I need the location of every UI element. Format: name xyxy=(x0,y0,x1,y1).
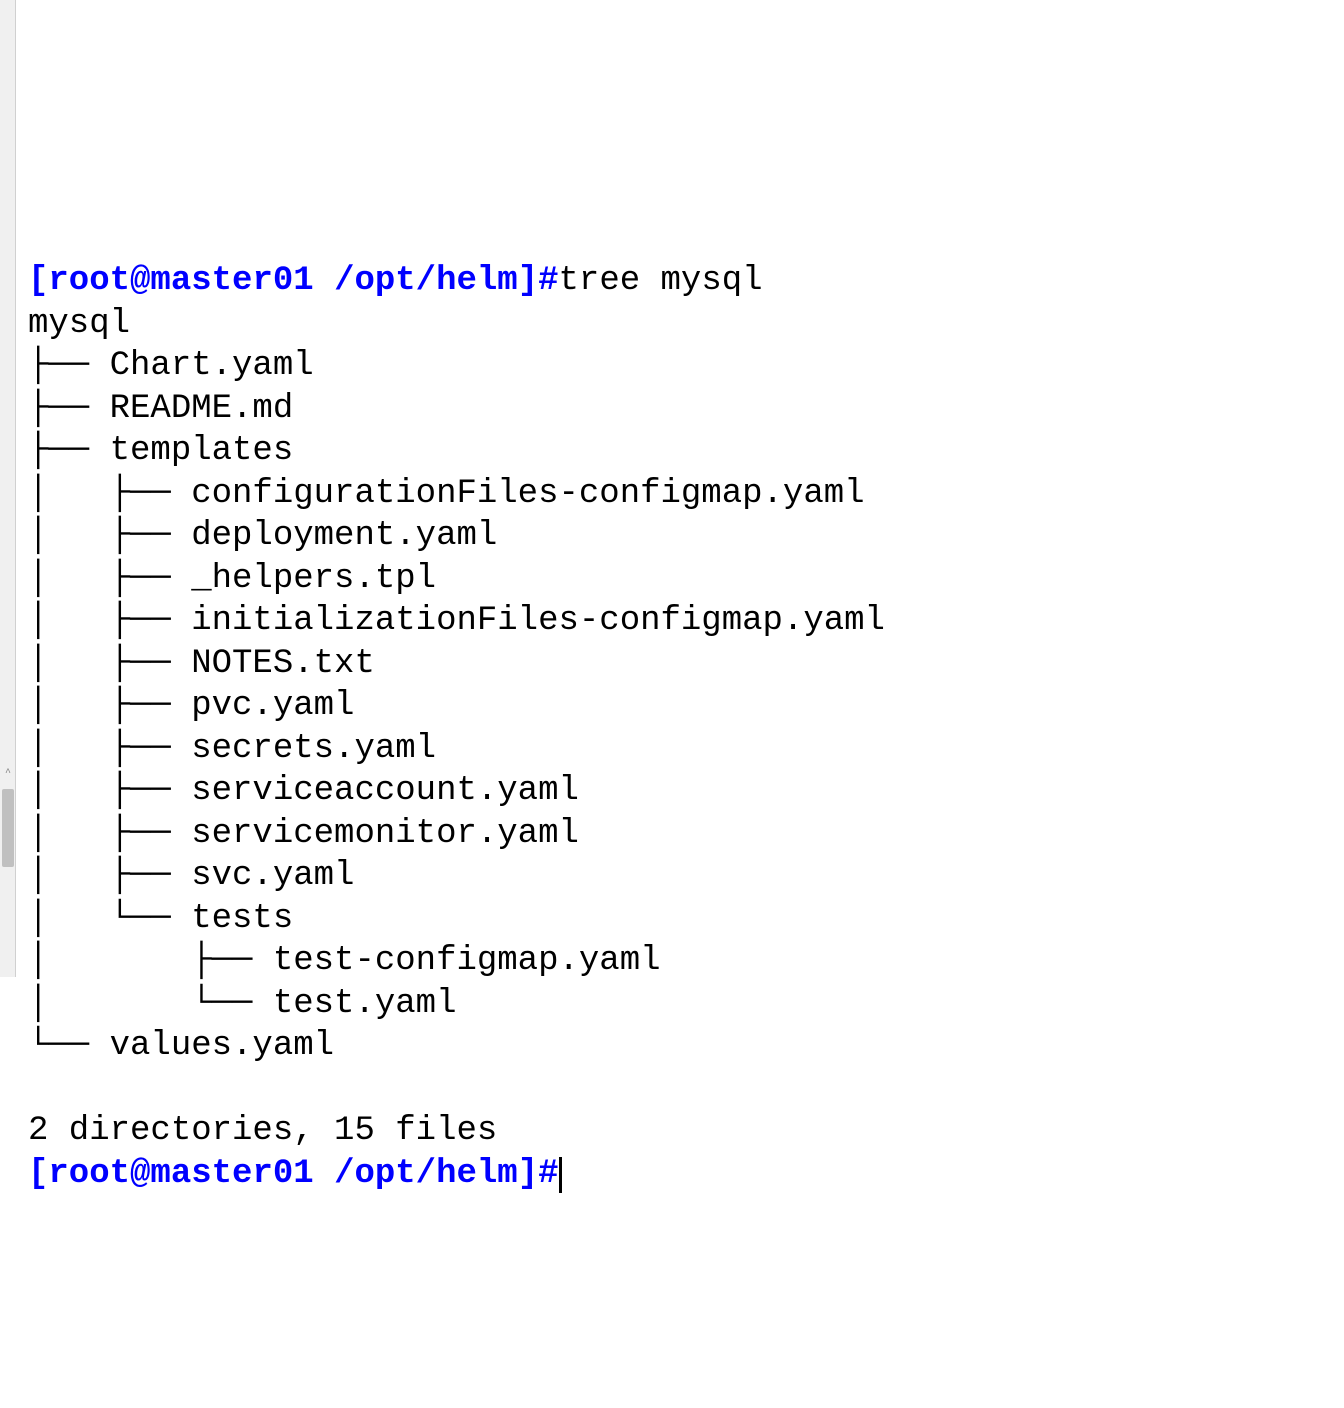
tree-line: │ ├── svc.yaml xyxy=(28,857,354,895)
tree-line: ├── README.md xyxy=(28,390,293,428)
prompt-close-bracket: ] xyxy=(518,262,538,300)
tree-line: │ ├── initializationFiles-configmap.yaml xyxy=(28,602,885,640)
terminal-output[interactable]: [root@master01 /opt/helm]#tree mysql mys… xyxy=(0,260,1344,1195)
tree-line: │ ├── secrets.yaml xyxy=(28,730,436,768)
tree-line: │ ├── deployment.yaml xyxy=(28,517,497,555)
prompt-open-bracket: [ xyxy=(28,1155,48,1193)
prompt-open-bracket: [ xyxy=(28,262,48,300)
tree-summary: 2 directories, 15 files xyxy=(28,1112,497,1150)
tree-line: │ ├── configurationFiles-configmap.yaml xyxy=(28,475,865,513)
prompt-user-host: root@master01 xyxy=(48,262,313,300)
prompt-hash: # xyxy=(538,1155,558,1193)
tree-line: ├── Chart.yaml xyxy=(28,347,314,385)
tree-line: └── values.yaml xyxy=(28,1027,334,1065)
tree-line: │ └── tests xyxy=(28,900,293,938)
prompt-path: /opt/helm xyxy=(334,262,518,300)
prompt-hash: # xyxy=(538,262,558,300)
scrollbar-up-arrow[interactable]: ^ xyxy=(0,766,16,782)
scrollbar-thumb[interactable] xyxy=(2,789,14,867)
tree-line: ├── templates xyxy=(28,432,293,470)
prompt-space xyxy=(314,1155,334,1193)
tree-line: │ ├── pvc.yaml xyxy=(28,687,354,725)
prompt-path: /opt/helm xyxy=(334,1155,518,1193)
tree-line: │ ├── _helpers.tpl xyxy=(28,560,436,598)
tree-root: mysql xyxy=(28,305,130,343)
command-text: tree mysql xyxy=(559,262,763,300)
prompt-close-bracket: ] xyxy=(518,1155,538,1193)
tree-line: │ ├── serviceaccount.yaml xyxy=(28,772,579,810)
vertical-scrollbar[interactable]: ^ xyxy=(0,0,16,977)
tree-line: │ └── test.yaml xyxy=(28,985,456,1023)
tree-line: │ ├── servicemonitor.yaml xyxy=(28,815,579,853)
prompt-space xyxy=(314,262,334,300)
prompt-user-host: root@master01 xyxy=(48,1155,313,1193)
tree-line: │ ├── test-configmap.yaml xyxy=(28,942,661,980)
tree-line: │ ├── NOTES.txt xyxy=(28,645,375,683)
terminal-cursor xyxy=(559,1157,562,1193)
